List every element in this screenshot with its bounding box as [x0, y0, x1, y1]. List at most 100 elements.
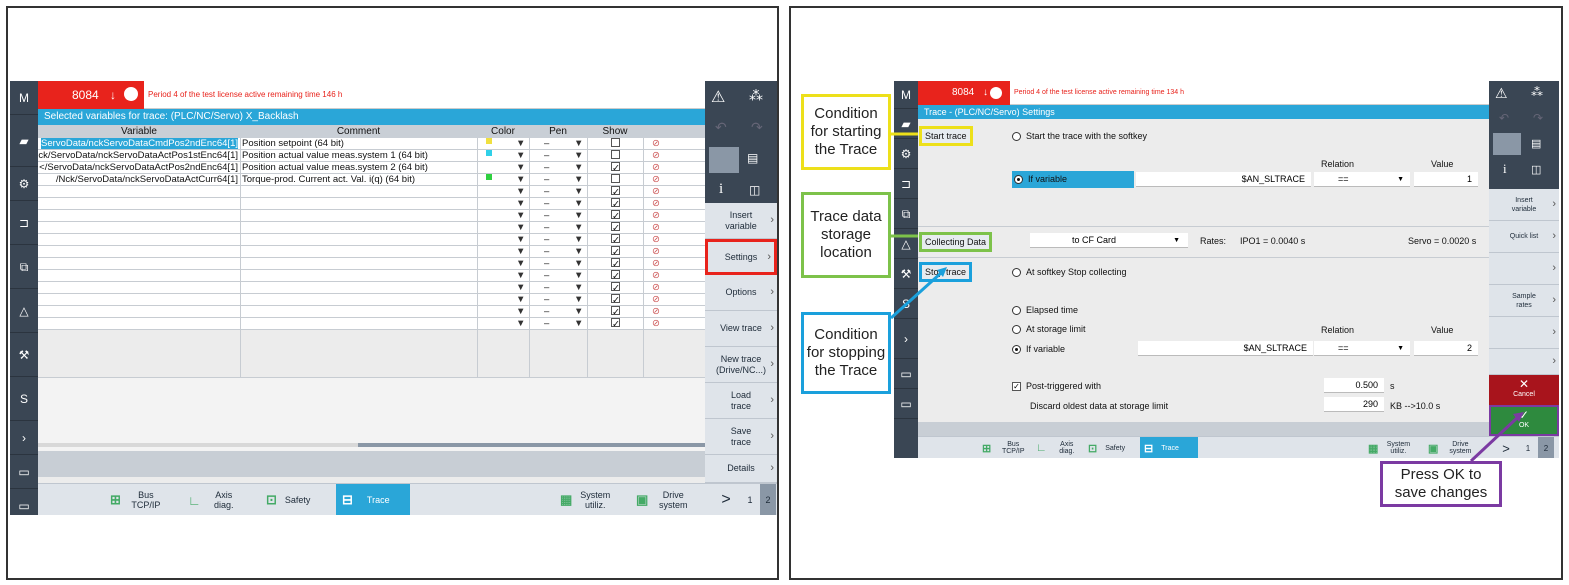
color-swatch[interactable]: [486, 150, 492, 156]
alarm-number[interactable]: 8084 ↓: [38, 81, 144, 109]
ok-softkey[interactable]: ✓ OK: [1489, 405, 1559, 436]
stop-relation-select[interactable]: == ▼: [1314, 341, 1410, 356]
chevron-down-icon[interactable]: ▼: [574, 174, 583, 185]
table-row[interactable]: ▼ – ▼ ✓ ⊘: [38, 210, 705, 222]
pen-cell[interactable]: –: [544, 150, 549, 161]
next-page-button[interactable]: >: [714, 484, 738, 515]
table-row[interactable]: ▼ – ▼ ✓ ⊘: [38, 282, 705, 294]
color-swatch[interactable]: [486, 246, 492, 252]
safety-button[interactable]: ⊡ Safety: [1088, 437, 1125, 458]
display-icon[interactable]: [1493, 133, 1521, 155]
show-checkbox[interactable]: ✓: [611, 282, 620, 294]
table-row[interactable]: </ServoData/nckServoDataActPos2ndEnc64[1…: [38, 162, 705, 174]
display-icon[interactable]: [709, 147, 739, 173]
pen-cell[interactable]: –: [544, 282, 549, 293]
bus-tcp-button[interactable]: ⊞ Bus TCP/IP: [110, 484, 180, 515]
chevron-down-icon[interactable]: ▼: [574, 234, 583, 245]
files-icon[interactable]: ⧉: [10, 245, 38, 289]
table-row[interactable]: ck/ServoData/nckServoDataActPos1stEnc64[…: [38, 150, 705, 162]
chevron-down-icon[interactable]: ▼: [516, 210, 525, 221]
axis-diag-button[interactable]: ∟ Axis diag.: [188, 484, 258, 515]
chevron-down-icon[interactable]: ▼: [574, 318, 583, 329]
chevron-down-icon[interactable]: ▼: [574, 294, 583, 305]
insert-variable-softkey[interactable]: Insert variable: [705, 203, 777, 239]
pen-cell[interactable]: –: [544, 186, 549, 197]
bus-tcp-button[interactable]: ⊞ Bus TCP/IP: [982, 437, 1027, 458]
trace-button[interactable]: ⊟ Trace: [336, 484, 410, 515]
options-softkey[interactable]: Options: [705, 275, 777, 311]
pen-cell[interactable]: –: [544, 138, 549, 149]
discard-field[interactable]: 290: [1324, 397, 1384, 412]
pen-cell[interactable]: –: [544, 318, 549, 329]
redo-icon[interactable]: ↷: [751, 119, 763, 136]
chevron-down-icon[interactable]: ▼: [574, 150, 583, 161]
color-swatch[interactable]: [486, 186, 492, 192]
pen-cell[interactable]: –: [544, 270, 549, 281]
stop-variable-field[interactable]: $AN_SLTRACE: [1138, 341, 1313, 356]
cancel-softkey[interactable]: ✕ Cancel: [1489, 375, 1559, 405]
program-icon[interactable]: ⊐: [10, 201, 38, 245]
start-relation-select[interactable]: == ▼: [1314, 172, 1410, 187]
table-row[interactable]: ▼ – ▼ ✓ ⊘: [38, 258, 705, 270]
color-swatch[interactable]: [486, 210, 492, 216]
axis-diag-button[interactable]: ∟ Axis diag.: [1036, 437, 1079, 458]
sinumerik-icon[interactable]: S: [10, 377, 38, 421]
system-utiliz-button[interactable]: ▦ System utiliz.: [1368, 437, 1410, 458]
edit-icon[interactable]: ▰: [894, 109, 918, 139]
info-icon[interactable]: i: [719, 181, 723, 198]
table-row[interactable]: ▼ – ▼ ✓ ⊘: [38, 318, 705, 330]
chevron-down-icon[interactable]: ▼: [516, 306, 525, 317]
screen-icon[interactable]: ▭: [10, 455, 38, 489]
table-row[interactable]: ▼ – ▼ ✓ ⊘: [38, 234, 705, 246]
expand-icon[interactable]: ›: [894, 319, 918, 359]
drive-system-button[interactable]: ▣ Drive system: [636, 484, 710, 515]
table-row[interactable]: /Nck/ServoData/nckServoDataActCurr64[1] T…: [38, 174, 705, 186]
show-checkbox[interactable]: ✓: [611, 270, 620, 282]
remote-icon[interactable]: ⁂: [1531, 85, 1543, 99]
settings-softkey[interactable]: Settings: [705, 239, 777, 275]
elapsed-time-radio[interactable]: [1012, 306, 1021, 315]
show-checkbox[interactable]: ✓: [611, 162, 620, 174]
sinumerik-icon[interactable]: S: [894, 289, 918, 319]
show-checkbox[interactable]: ✓: [611, 234, 620, 246]
show-checkbox[interactable]: [611, 138, 620, 147]
machine-icon[interactable]: M: [10, 81, 38, 115]
chevron-down-icon[interactable]: ▼: [574, 282, 583, 293]
color-swatch[interactable]: [486, 258, 492, 264]
variable-cell[interactable]: </ServoData/nckServoDataActPos2ndEnc64[1…: [39, 162, 238, 173]
edit-icon[interactable]: ▰: [10, 115, 38, 167]
keyboard-icon[interactable]: ▭: [10, 489, 38, 515]
empty-softkey[interactable]: [1489, 349, 1559, 375]
stop-if-variable-radio[interactable]: [1012, 345, 1021, 354]
insert-variable-softkey[interactable]: Insert variable: [1489, 189, 1559, 221]
chevron-down-icon[interactable]: ▼: [516, 282, 525, 293]
color-swatch[interactable]: [486, 138, 492, 144]
calculator-icon[interactable]: ▤: [747, 151, 758, 165]
table-row[interactable]: ▼ – ▼ ✓ ⊘: [38, 186, 705, 198]
scrollbar-thumb[interactable]: [358, 443, 705, 447]
storage-select[interactable]: to CF Card ▼: [1030, 233, 1188, 248]
show-checkbox[interactable]: ✓: [611, 222, 620, 234]
trace-button[interactable]: ⊟ Trace: [1140, 437, 1198, 458]
system-utiliz-button[interactable]: ▦ System utiliz.: [560, 484, 634, 515]
chevron-down-icon[interactable]: ▼: [516, 222, 525, 233]
start-softkey-radio[interactable]: [1012, 132, 1021, 141]
chevron-down-icon[interactable]: ▼: [516, 198, 525, 209]
pen-cell[interactable]: –: [544, 198, 549, 209]
color-swatch[interactable]: [486, 306, 492, 312]
pen-cell[interactable]: –: [544, 234, 549, 245]
chevron-down-icon[interactable]: ▼: [516, 234, 525, 245]
table-row[interactable]: ServoData/nckServoDataCmdPos2ndEnc64[1] P…: [38, 138, 705, 150]
wrench-icon[interactable]: ⚒: [10, 333, 38, 377]
show-checkbox[interactable]: ✓: [611, 210, 620, 222]
chevron-down-icon[interactable]: ▼: [574, 258, 583, 269]
stop-softkey-radio[interactable]: [1012, 268, 1021, 277]
pen-cell[interactable]: –: [544, 246, 549, 257]
post-triggered-checkbox[interactable]: ✓: [1012, 382, 1021, 391]
alarm-triangle-icon[interactable]: △: [10, 289, 38, 333]
show-checkbox[interactable]: ✓: [611, 258, 620, 270]
variable-cell[interactable]: /Nck/ServoData/nckServoDataActCurr64[1]: [56, 174, 238, 185]
start-value-field[interactable]: 1: [1414, 172, 1478, 187]
save-trace-softkey[interactable]: Save trace: [705, 419, 777, 455]
color-swatch[interactable]: [486, 282, 492, 288]
